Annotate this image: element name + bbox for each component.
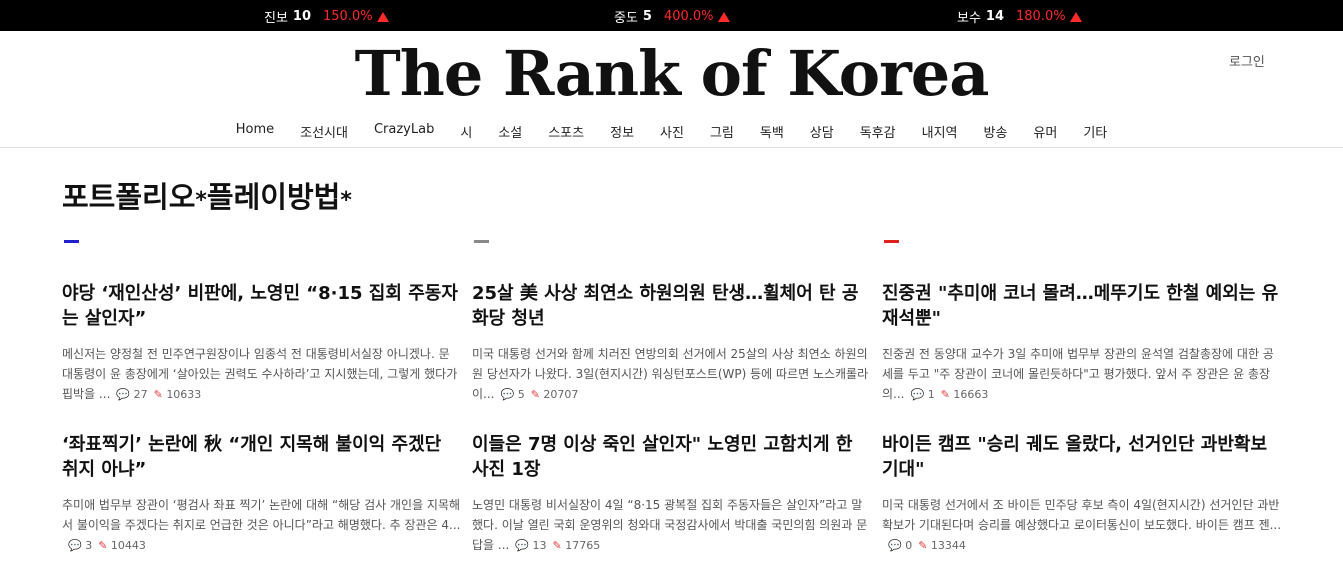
column-accent-bar: [64, 240, 79, 243]
comment-icon: 💬: [68, 539, 82, 552]
article-card[interactable]: 25살 美 사상 최연소 하원의원 탄생…휠체어 탄 공화당 청년 미국 대통령…: [472, 281, 872, 405]
nav-item-crazylab[interactable]: CrazyLab: [361, 122, 447, 141]
nav-item-review[interactable]: 독후감: [847, 122, 909, 141]
comment-count: 3: [85, 539, 93, 552]
article-card[interactable]: 바이든 캠프 "승리 궤도 올랐다, 선거인단 과반확보 기대" 미국 대통령 …: [882, 432, 1282, 556]
nav-item-info[interactable]: 정보: [597, 122, 647, 141]
comment-count: 27: [133, 388, 148, 401]
pencil-icon: ✎: [98, 539, 108, 552]
ticker-label: 중도: [614, 11, 638, 26]
nav-item-drawing[interactable]: 그림: [697, 122, 747, 141]
login-link[interactable]: 로그인: [1229, 51, 1265, 70]
view-count: 10633: [166, 388, 202, 401]
up-arrow-icon: [376, 11, 389, 22]
nav-item-humor[interactable]: 유머: [1020, 122, 1070, 141]
column-conservative: [882, 240, 1282, 243]
comment-count: 0: [905, 539, 913, 552]
page-title-sub: 플레이방법: [206, 180, 341, 214]
nav-item-sports[interactable]: 스포츠: [535, 122, 597, 141]
comment-count: 13: [532, 539, 547, 552]
main-nav: Home 조선시대 CrazyLab 시 소설 스포츠 정보 사진 그림 독백 …: [0, 117, 1343, 148]
comment-count: 5: [517, 388, 525, 401]
masthead: The Rank of Korea 로그인: [0, 31, 1343, 117]
article-excerpt-text: 미국 대통령 선거에서 조 바이든 민주당 후보 측이 4일(현지시간) 선거인…: [882, 498, 1282, 532]
article-excerpt: 추미애 법무부 장관이 ‘평검사 좌표 찍기’ 논란에 대해 “해당 검사 개인…: [62, 495, 462, 556]
nav-item-counsel[interactable]: 상담: [797, 122, 847, 141]
ticker-count: 14: [985, 9, 1005, 24]
up-arrow-icon: [1069, 11, 1082, 22]
up-arrow-icon: [717, 11, 730, 22]
article-title[interactable]: 야당 ‘재인산성’ 비판에, 노영민 “8·15 집회 주동자는 살인자”: [62, 281, 462, 331]
article-excerpt: 미국 대통령 선거와 함께 치러진 연방의회 선거에서 25살의 사상 최연소 …: [472, 344, 872, 405]
article-title[interactable]: 이들은 7명 이상 죽인 살인자" 노영민 고함치게 한 사진 1장: [472, 432, 872, 482]
ticker-label: 진보: [264, 11, 288, 26]
nav-item-region[interactable]: 내지역: [909, 122, 971, 141]
nav-item-photo[interactable]: 사진: [647, 122, 697, 141]
column-moderate: [472, 240, 872, 243]
article-excerpt: 진중권 전 동양대 교수가 3일 추미애 법무부 장관의 윤석열 검찰총장에 대…: [882, 344, 1282, 405]
nav-item-home[interactable]: Home: [223, 122, 287, 141]
column-accent-bar: [474, 240, 489, 243]
view-count: 17765: [565, 539, 601, 552]
article-excerpt: 미국 대통령 선거에서 조 바이든 민주당 후보 측이 4일(현지시간) 선거인…: [882, 495, 1282, 556]
view-count: 20707: [543, 388, 579, 401]
nav-item-monologue[interactable]: 독백: [747, 122, 797, 141]
ticker-percent: 400.0%: [663, 9, 714, 24]
nav-item-novel[interactable]: 소설: [485, 122, 535, 141]
pencil-icon: ✎: [552, 539, 562, 552]
comment-icon: 💬: [888, 539, 902, 552]
article-card[interactable]: 이들은 7명 이상 죽인 살인자" 노영민 고함치게 한 사진 1장 노영민 대…: [472, 432, 872, 556]
column-accent-bar: [884, 240, 899, 243]
ticker-percent: 150.0%: [323, 9, 373, 24]
comment-count: 1: [927, 388, 935, 401]
article-title[interactable]: 바이든 캠프 "승리 궤도 올랐다, 선거인단 과반확보 기대": [882, 432, 1282, 482]
ticker-bar: 진보 10 150.0% 중도 5 400.0% 보수 14 180.0%: [0, 0, 1343, 31]
nav-item-broadcast[interactable]: 방송: [971, 122, 1021, 141]
pencil-icon: ✎: [153, 388, 163, 401]
ticker-count: 10: [292, 9, 312, 24]
page-title-main: 포트폴리오: [62, 180, 196, 214]
page-title: 포트폴리오*플레이방법*: [62, 174, 352, 216]
ticker-moderate: 중도 5 400.0%: [614, 7, 730, 26]
article-title[interactable]: 25살 美 사상 최연소 하원의원 탄생…휠체어 탄 공화당 청년: [472, 281, 872, 331]
article-card[interactable]: ‘좌표찍기’ 논란에 秋 “개인 지목해 불이익 주겠단 취지 아냐” 추미애 …: [62, 432, 462, 556]
pencil-icon: ✎: [918, 539, 928, 552]
comment-icon: 💬: [116, 388, 131, 401]
view-count: 13344: [930, 539, 966, 552]
comment-icon: 💬: [500, 388, 515, 401]
view-count: 16663: [953, 388, 989, 401]
column-progressive: [62, 240, 462, 243]
comment-icon: 💬: [515, 539, 530, 552]
article-excerpt: 노영민 대통령 비서실장이 4일 “8·15 광복절 집회 주동자들은 살인자”…: [472, 495, 872, 556]
ticker-progressive: 진보 10 150.0%: [264, 7, 389, 26]
article-excerpt-text: 추미애 법무부 장관이 ‘평검사 좌표 찍기’ 논란에 대해 “해당 검사 개인…: [62, 498, 461, 532]
site-logo[interactable]: The Rank of Korea: [0, 37, 1343, 110]
comment-icon: 💬: [910, 388, 925, 401]
ticker-count: 5: [642, 9, 652, 24]
article-title[interactable]: 진중권 "추미애 코너 몰려…메뚜기도 한철 예외는 유재석뿐": [882, 281, 1282, 331]
nav-item-poem[interactable]: 시: [447, 122, 485, 141]
pencil-icon: ✎: [940, 388, 950, 401]
nav-item-joseon[interactable]: 조선시대: [287, 122, 361, 141]
page-title-star: *: [340, 188, 352, 213]
page-title-star: *: [195, 188, 207, 213]
article-card[interactable]: 진중권 "추미애 코너 몰려…메뚜기도 한철 예외는 유재석뿐" 진중권 전 동…: [882, 281, 1282, 405]
pencil-icon: ✎: [530, 388, 540, 401]
view-count: 10443: [110, 539, 146, 552]
nav-item-etc[interactable]: 기타: [1070, 122, 1120, 141]
ticker-percent: 180.0%: [1016, 9, 1066, 24]
article-title[interactable]: ‘좌표찍기’ 논란에 秋 “개인 지목해 불이익 주겠단 취지 아냐”: [62, 432, 462, 482]
ticker-label: 보수: [957, 11, 981, 26]
ticker-conservative: 보수 14 180.0%: [957, 7, 1082, 26]
article-card[interactable]: 야당 ‘재인산성’ 비판에, 노영민 “8·15 집회 주동자는 살인자” 메신…: [62, 281, 462, 405]
article-excerpt: 메신저는 양정철 전 민주연구원장이나 임종석 전 대통령비서실장 아니겠나. …: [62, 344, 462, 405]
